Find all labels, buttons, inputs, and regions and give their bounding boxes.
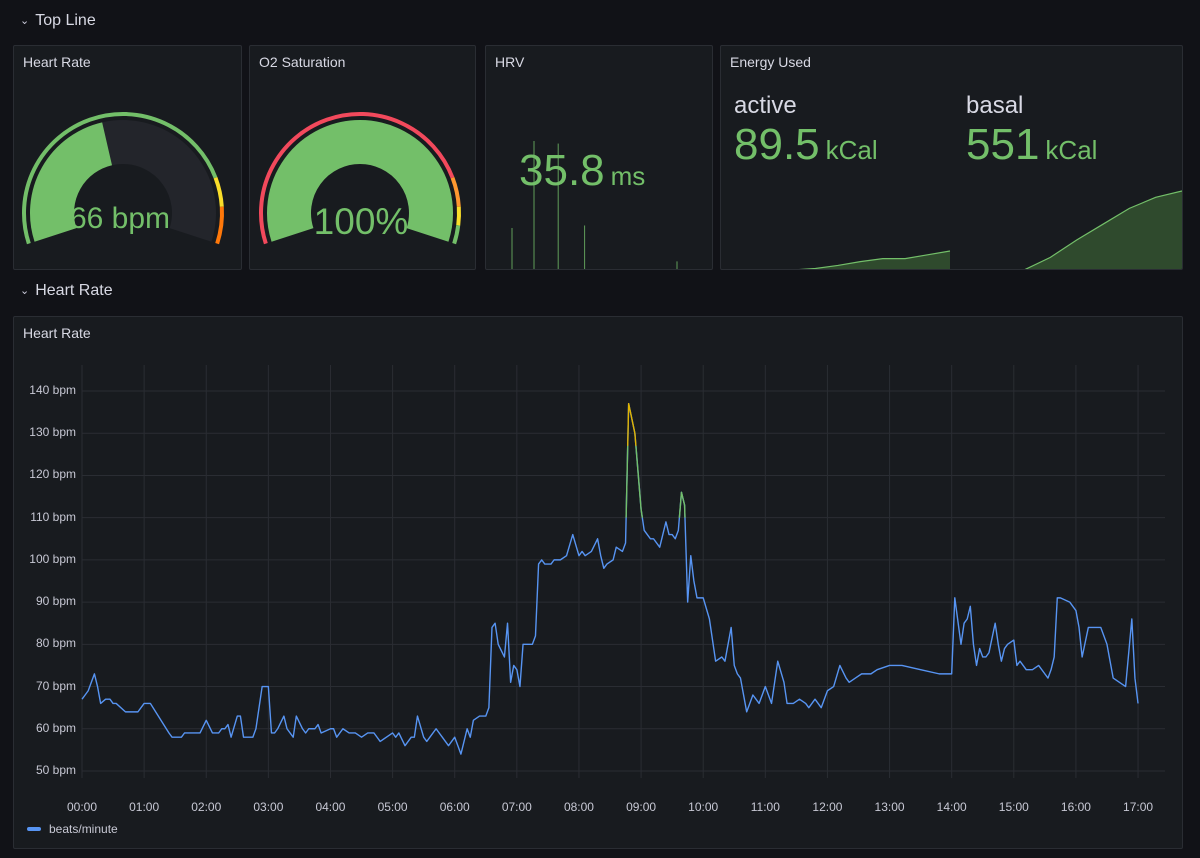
panel-title: Heart Rate	[23, 325, 91, 341]
heart-rate-gauge: 66 bpm	[22, 112, 224, 245]
legend-label: beats/minute	[49, 822, 118, 836]
x-tick-label: 01:00	[129, 800, 160, 814]
stat-unit: kCal	[1045, 135, 1098, 165]
x-tick-label: 17:00	[1123, 800, 1154, 814]
x-tick-label: 10:00	[688, 800, 719, 814]
x-tick-label: 04:00	[315, 800, 346, 814]
stat-value-basal: 551 kCal	[966, 120, 1097, 170]
stat-value-active: 89.5 kCal	[734, 120, 878, 170]
panel-heart-rate-timeseries[interactable]: Heart Rate	[13, 316, 1183, 849]
stat-unit: ms	[610, 161, 646, 191]
y-tick-label: 100 bpm	[29, 551, 76, 566]
x-tick-label: 00:00	[66, 800, 98, 814]
threshold-band	[456, 206, 461, 226]
stat-label-active: active	[734, 92, 797, 119]
y-tick-label: 140 bpm	[29, 383, 76, 397]
x-tick-label: 15:00	[998, 800, 1029, 814]
stat-unit: kCal	[825, 135, 878, 165]
row-title: Top Line	[35, 12, 96, 29]
legend-item-beats-per-minute[interactable]: beats/minute	[27, 822, 118, 836]
x-tick-label: 07:00	[501, 800, 532, 814]
stat-number: 89.5	[734, 120, 820, 169]
y-tick-label: 120 bpm	[29, 467, 76, 482]
stat-number: 551	[966, 120, 1040, 169]
x-tick-label: 02:00	[191, 800, 222, 814]
hrv-value: 35.8 ms	[519, 146, 645, 196]
row-header-heart-rate[interactable]: ⌄ Heart Rate	[20, 282, 113, 300]
row-title: Heart Rate	[35, 282, 113, 299]
x-tick-label: 09:00	[626, 800, 657, 814]
threshold-band	[452, 225, 461, 245]
threshold-band	[215, 206, 224, 245]
y-tick-label: 80 bpm	[35, 636, 76, 651]
x-tick-label: 16:00	[1060, 800, 1091, 814]
legend-swatch	[27, 827, 41, 831]
gauge-value: 66 bpm	[70, 202, 170, 235]
threshold-band	[213, 177, 224, 207]
x-tick-label: 14:00	[936, 800, 967, 814]
y-tick-label: 90 bpm	[35, 594, 76, 609]
x-tick-label: 13:00	[874, 800, 905, 814]
x-tick-label: 12:00	[812, 800, 843, 814]
panel-hrv[interactable]: HRV 35.8 ms	[485, 45, 713, 270]
y-tick-label: 130 bpm	[29, 425, 76, 440]
x-tick-label: 08:00	[563, 800, 594, 814]
y-tick-label: 70 bpm	[35, 678, 76, 693]
chevron-down-icon: ⌄	[20, 284, 30, 297]
panel-o2-saturation-gauge[interactable]: O2 Saturation 100%	[249, 45, 476, 270]
threshold-band	[450, 177, 461, 207]
y-tick-label: 60 bpm	[35, 720, 76, 735]
x-tick-label: 03:00	[253, 800, 284, 814]
x-tick-label: 06:00	[439, 800, 470, 814]
chevron-down-icon: ⌄	[20, 14, 30, 27]
gauge-value: 100%	[314, 201, 409, 242]
panel-heart-rate-gauge[interactable]: Heart Rate 66 bpm	[13, 45, 242, 270]
x-tick-label: 05:00	[377, 800, 408, 814]
panel-energy-used[interactable]: Energy Used active 89.5 kCal basal 551 kCa…	[720, 45, 1183, 270]
o2-saturation-gauge: 100%	[259, 112, 461, 245]
y-tick-label: 50 bpm	[35, 762, 76, 777]
stat-number: 35.8	[519, 146, 605, 195]
stat-label-basal: basal	[966, 92, 1024, 119]
x-tick-label: 11:00	[750, 800, 780, 814]
y-tick-label: 110 bpm	[30, 509, 76, 524]
row-header-top-line[interactable]: ⌄ Top Line	[20, 12, 96, 30]
